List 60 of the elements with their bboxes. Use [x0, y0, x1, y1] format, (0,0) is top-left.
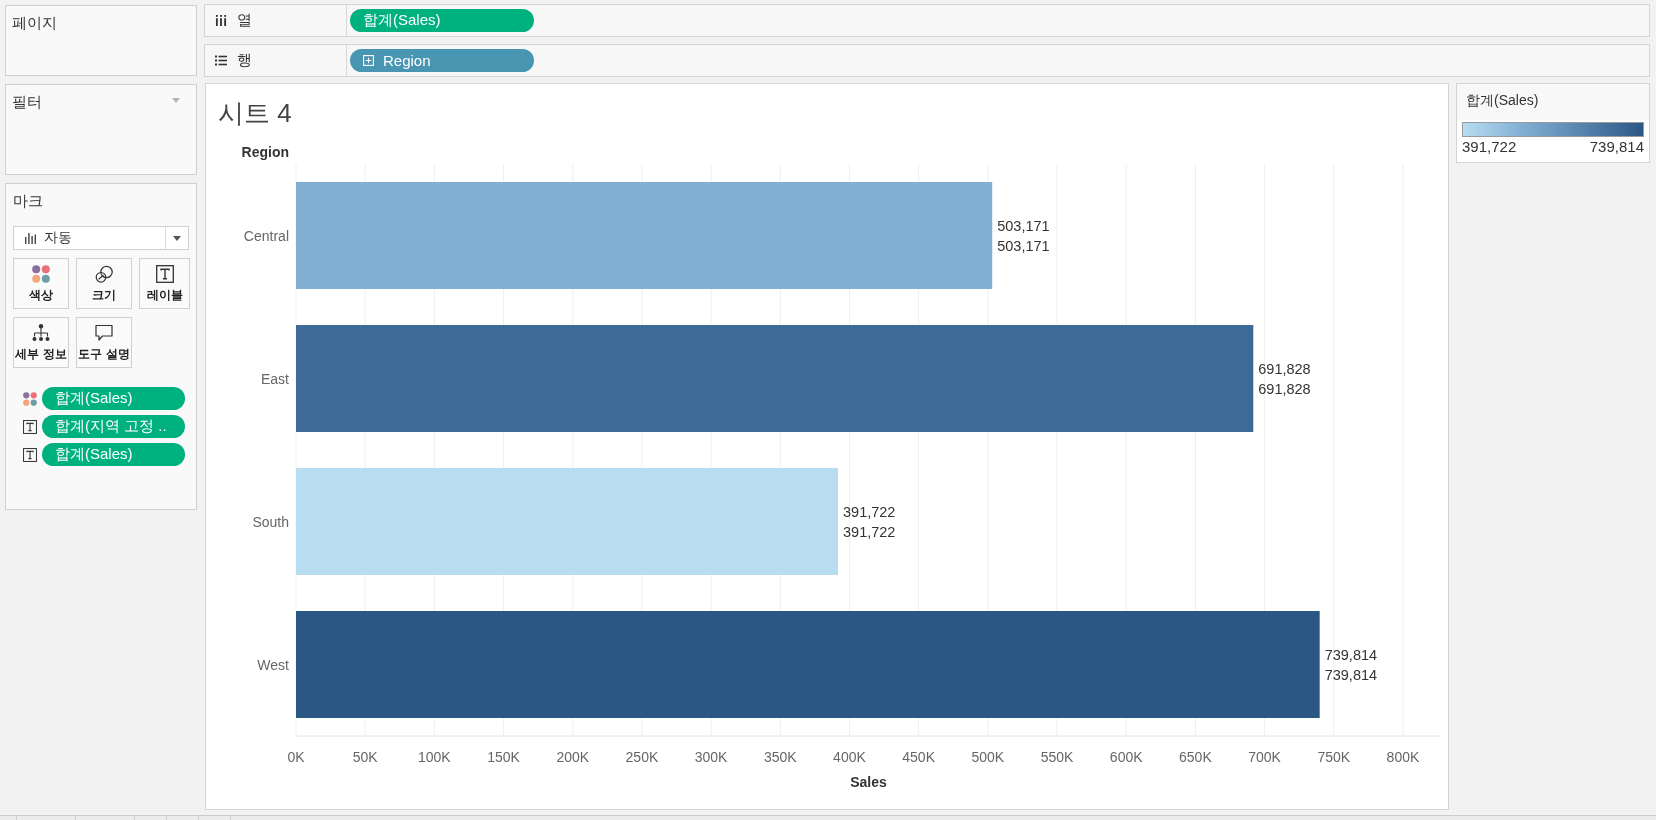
category-label: South: [252, 513, 289, 530]
circles-icon: [95, 265, 113, 283]
columns-icon: [215, 15, 227, 26]
axis-title: Sales: [850, 774, 887, 790]
value-label: 691,828: [1258, 360, 1311, 377]
color-dots-icon: [23, 391, 37, 406]
axis-tick-label: 0K: [287, 749, 305, 765]
legend-min-label: 391,722: [1462, 138, 1517, 155]
color-dots-icon: [32, 265, 50, 283]
axis-tick-label: 550K: [1040, 749, 1074, 765]
category-label: Central: [243, 227, 289, 244]
shelf-label: 열: [237, 11, 252, 30]
axis-tick-label: 350K: [763, 749, 797, 765]
axis-tick-label: 500K: [971, 749, 1005, 765]
value-label: 739,814: [1324, 646, 1378, 663]
label-button[interactable]: 레이블: [139, 258, 190, 309]
text-box-icon: [23, 447, 37, 462]
caret-icon: [173, 235, 181, 241]
filters-title: 필터: [12, 93, 42, 111]
value-label: 391,722: [843, 523, 896, 540]
axis-tick-label: 650K: [1179, 749, 1212, 765]
value-label: 739,814: [1324, 666, 1378, 683]
marks-title: 마크: [13, 192, 43, 210]
pages-title: 페이지: [12, 14, 57, 32]
plus-square-icon[interactable]: [363, 55, 374, 66]
speech-bubble-icon: [95, 324, 113, 342]
legend-title: 합계(Sales): [1457, 84, 1649, 120]
axis-tick-label: 300K: [694, 749, 728, 765]
value-label: 503,171: [997, 237, 1050, 254]
axis-tick-label: 750K: [1317, 749, 1351, 765]
axis-tick-label: 600K: [1109, 749, 1143, 765]
shelf-label: 행: [237, 51, 252, 70]
value-label: 691,828: [1258, 380, 1311, 397]
hierarchy-icon: [32, 324, 50, 342]
row-header: Region: [241, 144, 289, 160]
legend-max-label: 739,814: [1589, 138, 1644, 155]
axis-tick-label: 50K: [352, 749, 378, 765]
axis-tick-label: 800K: [1386, 749, 1420, 765]
axis-tick-label: 150K: [487, 749, 520, 765]
mark-type-dropdown[interactable]: 자동: [13, 226, 189, 250]
sheet-title: 시트 4: [217, 97, 293, 130]
detail-button[interactable]: 세부 정보: [13, 317, 69, 368]
caret-icon[interactable]: [172, 98, 180, 103]
value-label: 503,171: [997, 217, 1050, 234]
axis-tick-label: 250K: [625, 749, 659, 765]
category-label: East: [261, 370, 289, 387]
list-icon: [215, 55, 227, 66]
axis-tick-label: 450K: [902, 749, 935, 765]
color-button[interactable]: 색상: [13, 258, 69, 309]
axis-tick-label: 100K: [418, 749, 451, 765]
size-button[interactable]: 크기: [76, 258, 132, 309]
bar-chart-icon: [25, 232, 36, 244]
axis-tick-label: 400K: [833, 749, 866, 765]
text-box-icon: [155, 265, 174, 283]
axis-tick-label: 200K: [556, 749, 590, 765]
tooltip-button[interactable]: 도구 설명: [76, 317, 132, 368]
axis-tick-label: 700K: [1248, 749, 1281, 765]
category-label: West: [257, 656, 289, 673]
text-box-icon: [23, 419, 37, 434]
value-label: 391,722: [843, 503, 896, 520]
